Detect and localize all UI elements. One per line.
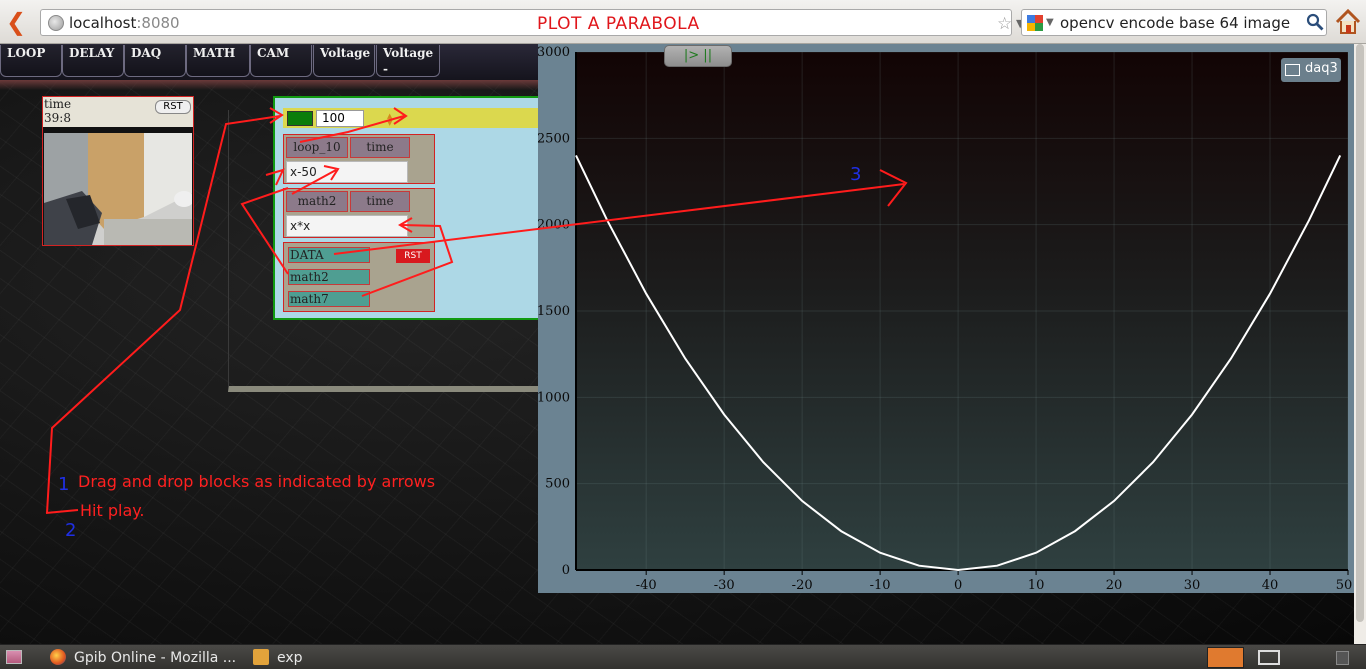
folder-icon [253,649,269,665]
voltage-button[interactable]: Voltage [313,45,375,77]
parabola-chart: -40 -30 -20 -10 0 10 20 30 40 50 0 500 1000 1500 2000… [538,45,1353,593]
chart-legend[interactable]: daq3 [1281,58,1341,82]
expression-input-1[interactable]: x-50 [286,161,408,183]
x-tick-label: 30 [1184,578,1201,593]
y-tick-label: 3000 [538,45,570,60]
x-tick-label: -20 [792,578,813,593]
taskbar-item-label: Gpib Online - Mozilla ... [74,650,237,666]
y-tick-label: 0 [562,563,570,578]
y-tick-label: 500 [545,477,570,492]
data-block[interactable]: DATA RST math2 math7 [283,242,435,312]
math7-output-chip[interactable]: math7 [288,291,370,307]
step-2-number: 2 [65,520,77,541]
loop-color-swatch[interactable] [287,111,313,126]
url-host: localhost [69,14,137,32]
y-tick-label: 1500 [538,304,570,319]
x-tick-label: 20 [1106,578,1123,593]
legend-checkbox[interactable] [1285,64,1300,76]
search-icon[interactable] [1306,13,1324,31]
time-label: time [44,97,72,111]
arrow-play [45,509,79,514]
x-tick-labels: -40 -30 -20 -10 0 10 20 30 40 50 [636,570,1353,593]
cam-button[interactable]: CAM [250,45,312,77]
page-scrollbar[interactable] [1354,44,1366,644]
math2-output-chip[interactable]: math2 [288,269,370,285]
loop-count-stepper[interactable]: 100 ▲ ▼ [316,110,392,127]
time-chip[interactable]: time [350,137,410,158]
x-tick-label: -40 [636,578,657,593]
search-bar[interactable]: ▼ opencv encode base 64 image [1021,9,1327,36]
taskbar-item-exp[interactable]: exp [253,648,303,668]
x-tick-label: 0 [954,578,962,593]
overlay-title: PLOT A PARABOLA [537,14,700,34]
step-1-number: 1 [58,474,70,495]
x-tick-label: 40 [1262,578,1279,593]
step-1-text: Drag and drop blocks as indicated by arr… [78,472,436,491]
browser-toolbar: ❮ localhost:8080 ☆ ▼ ↻ PLOT A PARABOLA ▼… [0,0,1366,44]
step-3-number: 3 [850,164,862,185]
math2-chip[interactable]: math2 [286,191,348,212]
loop-count-value: 100 [322,111,345,125]
taskbar-item-firefox[interactable]: Gpib Online - Mozilla ... [50,648,236,668]
math2-block[interactable]: math2 time x*x [283,188,435,238]
google-icon[interactable] [1027,15,1043,31]
stepper-arrows-icon[interactable]: ▲ ▼ [387,113,392,127]
chevron-down-icon[interactable]: ▼ [1046,17,1054,28]
block-editor-panel[interactable]: 100 ▲ ▼ loop_10 time x-50 math2 time x*x … [273,96,545,320]
legend-label: daq3 [1305,61,1338,76]
taskbar-item-label: exp [277,650,303,666]
data-reset-button[interactable]: RST [396,249,430,263]
chart-panel[interactable]: -40 -30 -20 -10 0 10 20 30 40 50 0 500 1000 1500 2000… [538,44,1366,593]
play-pause-button[interactable]: |> || [664,45,732,67]
daq-button[interactable]: DAQ [124,45,186,77]
globe-icon [48,15,64,31]
url-bar[interactable]: localhost:8080 ☆ ▼ ↻ [40,9,1044,36]
time-reset-button[interactable]: RST [155,100,191,114]
camera-widget[interactable]: time 39:8 RST [42,96,194,246]
url-text[interactable]: localhost:8080 [69,14,180,32]
scrollbar-thumb[interactable] [1356,44,1364,622]
search-input[interactable]: opencv encode base 64 image [1060,14,1290,32]
tray-firefox-icon[interactable] [1207,647,1244,668]
time-chip[interactable]: time [350,191,410,212]
math-button[interactable]: MATH [186,45,250,77]
x-tick-label: -10 [870,578,891,593]
y-tick-labels: 0 500 1000 1500 2000 2500 3000 [538,45,570,578]
show-desktop-icon[interactable] [6,650,22,664]
home-icon[interactable] [1334,8,1362,36]
y-tick-label: 2500 [538,131,570,146]
x-tick-label: 10 [1028,578,1045,593]
taskbar: Gpib Online - Mozilla ... exp [0,644,1366,669]
loop-button[interactable]: LOOP [0,45,62,77]
bookmark-star-icon[interactable]: ☆ [997,14,1012,34]
x-tick-label: -30 [714,578,735,593]
delay-button[interactable]: DELAY [62,45,124,77]
page-canvas: LOOP DELAY DAQ MATH CAM Voltage Voltage … [0,44,1366,644]
time-readout: time 39:8 RST [43,97,193,127]
time-value: 39:8 [44,111,71,125]
camera-feed-image [44,133,192,245]
expression-input-2[interactable]: x*x [286,215,408,237]
trash-icon[interactable] [1336,651,1349,665]
y-tick-label: 1000 [538,390,570,405]
url-port: :8080 [136,14,180,32]
step-2-text: Hit play. [80,501,145,520]
voltage-minus-button[interactable]: Voltage - [376,45,440,77]
loop-chip[interactable]: loop_10 [286,137,348,158]
block-toolbar: LOOP DELAY DAQ MATH CAM Voltage Voltage … [0,44,540,80]
data-chip[interactable]: DATA [288,247,370,263]
back-button[interactable]: ❮ [6,9,28,35]
loop-math-block[interactable]: loop_10 time x-50 [283,134,435,184]
loop-block[interactable]: 100 ▲ ▼ [283,108,545,128]
y-tick-label: 2000 [538,218,570,233]
tray-window-icon[interactable] [1258,650,1280,665]
x-tick-label: 50 [1336,578,1353,593]
toolbar-divider [0,80,540,90]
firefox-icon [50,649,66,665]
